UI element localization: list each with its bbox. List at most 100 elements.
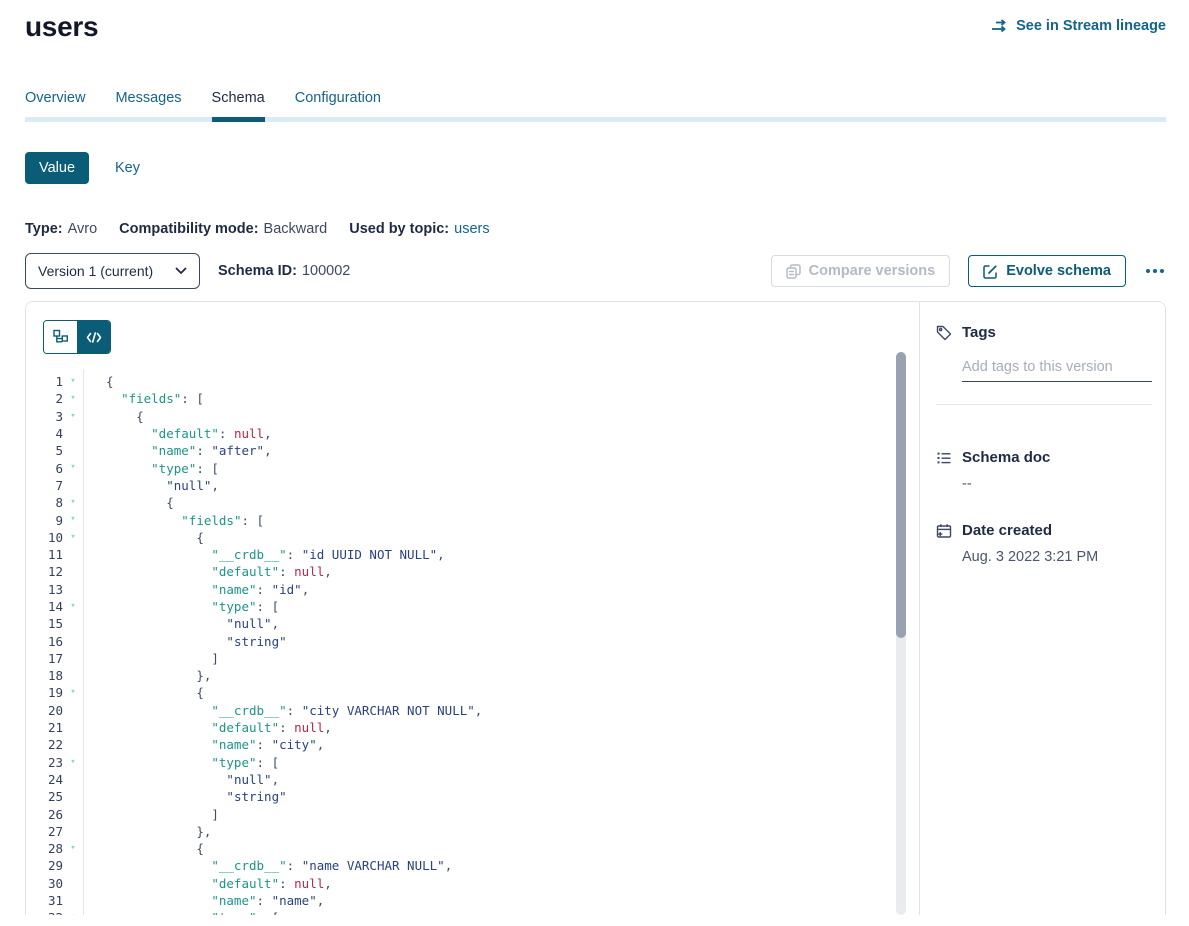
tree-view-icon[interactable] [44, 321, 77, 353]
code-text: "null", [83, 478, 219, 493]
code-line: 30 "default": null, [26, 875, 919, 892]
fold-arrow[interactable]: ▾ [63, 459, 83, 476]
line-number: 15 [26, 616, 63, 631]
code-text: "fields": [ [83, 391, 204, 406]
line-number: 9 [26, 513, 63, 528]
version-select[interactable]: Version 1 (current) [25, 253, 200, 289]
line-number: 22 [26, 737, 63, 752]
line-number: 6 [26, 461, 63, 476]
code-line: 7 "null", [26, 477, 919, 494]
code-text: { [83, 409, 144, 424]
line-number: 12 [26, 564, 63, 579]
line-number: 24 [26, 772, 63, 787]
code-text: { [83, 841, 204, 856]
evolve-schema-icon [983, 264, 998, 279]
value-key-toggle: Value Key [25, 152, 1166, 184]
code-text: { [83, 374, 114, 389]
line-number: 7 [26, 478, 63, 493]
code-line: 12 "default": null, [26, 563, 919, 580]
tag-icon [936, 325, 952, 341]
compare-versions-icon [786, 264, 801, 279]
code-text: "default": null, [83, 876, 332, 891]
schema-meta-row: Type:Avro Compatibility mode:Backward Us… [25, 220, 1166, 237]
code-text: "name": "name", [83, 893, 324, 908]
line-number: 20 [26, 703, 63, 718]
code-line: 32▾ "type": [ [26, 909, 919, 915]
code-text: "string" [83, 634, 287, 649]
code-text: "name": "after", [83, 443, 272, 458]
code-line: 20 "__crdb__": "city VARCHAR NOT NULL", [26, 702, 919, 719]
calendar-plus-icon [936, 523, 952, 539]
code-view-icon[interactable] [77, 321, 110, 353]
used-by-topic-label: Used by topic: [349, 221, 449, 237]
code-text: "name": "id", [83, 582, 309, 597]
line-number: 32 [26, 910, 63, 915]
sidebar-divider [936, 404, 1152, 405]
add-tags-input[interactable] [962, 357, 1152, 382]
code-line: 19▾ { [26, 684, 919, 701]
chevron-down-icon [175, 267, 187, 275]
code-text: "default": null, [83, 426, 272, 441]
code-text: "__crdb__": "city VARCHAR NOT NULL", [83, 703, 482, 718]
line-number: 19 [26, 685, 63, 700]
code-line: 31 "name": "name", [26, 892, 919, 909]
schema-panel: 1▾{2▾ "fields": [3▾ {4 "default": null,5… [25, 301, 1166, 915]
date-created-value: Aug. 3 2022 3:21 PM [962, 549, 1152, 565]
code-line: 23▾ "type": [ [26, 754, 919, 771]
key-toggle-link[interactable]: Key [115, 160, 140, 176]
tab-messages[interactable]: Messages [115, 90, 181, 117]
code-line: 18 }, [26, 667, 919, 684]
value-toggle-button[interactable]: Value [25, 152, 89, 184]
code-line: 8▾ { [26, 494, 919, 511]
see-in-stream-lineage-link[interactable]: See in Stream lineage [991, 18, 1166, 34]
code-text: { [83, 530, 204, 545]
fold-arrow[interactable]: ▾ [63, 373, 83, 390]
page: users See in Stream lineage Overview Mes… [0, 10, 1189, 915]
code-line: 26 ] [26, 805, 919, 822]
fold-arrow[interactable]: ▾ [63, 494, 83, 511]
fold-arrow[interactable]: ▾ [63, 684, 83, 701]
compare-versions-button[interactable]: Compare versions [771, 255, 951, 287]
fold-arrow[interactable]: ▾ [63, 408, 83, 425]
line-number: 2 [26, 391, 63, 406]
fold-arrow[interactable]: ▾ [63, 909, 83, 915]
code-line: 29 "__crdb__": "name VARCHAR NULL", [26, 857, 919, 874]
type-value: Avro [68, 221, 98, 237]
code-text: ] [83, 807, 219, 822]
code-line: 28▾ { [26, 840, 919, 857]
code-text: "type": [ [83, 910, 279, 915]
line-number: 27 [26, 824, 63, 839]
fold-arrow[interactable]: ▾ [63, 390, 83, 407]
line-number: 17 [26, 651, 63, 666]
tab-overview[interactable]: Overview [25, 90, 85, 117]
compatibility-label: Compatibility mode: [119, 221, 258, 237]
topic-link[interactable]: users [454, 221, 489, 237]
code-text: "__crdb__": "id UUID NOT NULL", [83, 547, 445, 562]
evolve-schema-button[interactable]: Evolve schema [968, 255, 1126, 287]
code-line: 5 "name": "after", [26, 442, 919, 459]
line-number: 5 [26, 443, 63, 458]
tab-underline [25, 117, 1166, 122]
line-number: 30 [26, 876, 63, 891]
fold-arrow[interactable]: ▾ [63, 754, 83, 771]
code-text: "default": null, [83, 720, 332, 735]
tab-schema[interactable]: Schema [212, 90, 265, 117]
code-line: 10▾ { [26, 529, 919, 546]
code-line: 14▾ "type": [ [26, 598, 919, 615]
code-text: "type": [ [83, 461, 219, 476]
fold-arrow[interactable]: ▾ [63, 529, 83, 546]
fold-arrow[interactable]: ▾ [63, 511, 83, 528]
line-number: 28 [26, 841, 63, 856]
schema-id-label: Schema ID: [218, 263, 297, 279]
code-text: { [83, 685, 204, 700]
line-number: 18 [26, 668, 63, 683]
line-number: 4 [26, 426, 63, 441]
fold-arrow[interactable]: ▾ [63, 598, 83, 615]
code-line: 16 "string" [26, 632, 919, 649]
editor-scrollbar[interactable] [896, 352, 906, 915]
tab-configuration[interactable]: Configuration [295, 90, 381, 117]
fold-arrow[interactable]: ▾ [63, 840, 83, 857]
more-actions-button[interactable] [1144, 255, 1166, 287]
schema-doc-icon [936, 450, 952, 466]
scrollbar-thumb[interactable] [896, 352, 906, 638]
